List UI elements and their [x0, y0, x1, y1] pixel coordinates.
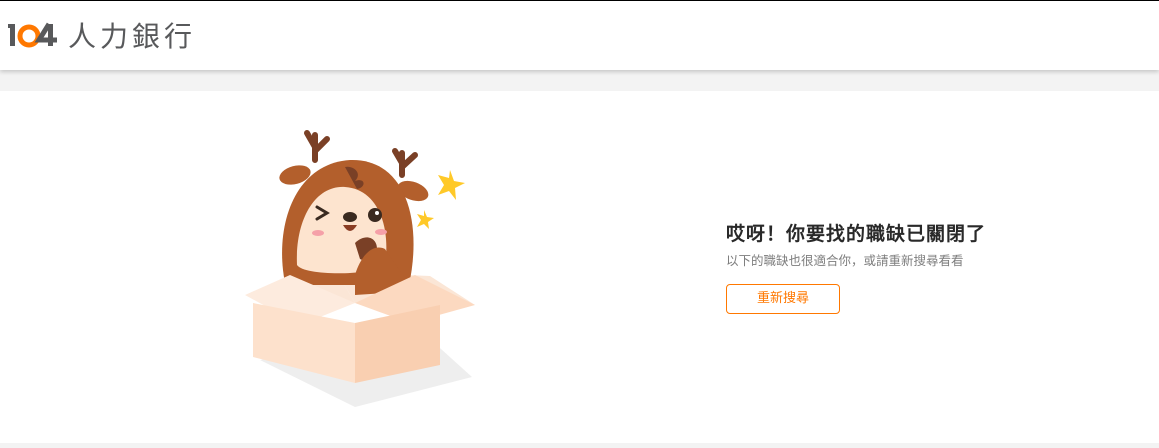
- search-again-button[interactable]: 重新搜尋: [726, 284, 840, 314]
- message-subtitle: 以下的職缺也很適合你，或請重新搜尋看看: [726, 253, 964, 268]
- logo-wordmark: 人力銀行: [68, 20, 197, 53]
- site-header: 人力銀行: [0, 1, 1159, 70]
- site-logo-link[interactable]: 人力銀行: [8, 19, 196, 55]
- header-divider-band: [0, 70, 1159, 91]
- closed-job-message: 哎呀！你要找的職缺已關閉了 以下的職缺也很適合你，或請重新搜尋看看 重新搜尋: [726, 220, 1146, 314]
- deer-in-box-icon: [245, 130, 475, 407]
- message-title: 哎呀！你要找的職缺已關閉了: [726, 223, 987, 245]
- 104-logo-icon: [8, 22, 57, 48]
- deer-in-box-illustration: [205, 125, 495, 415]
- footer-divider-band: [0, 443, 1159, 448]
